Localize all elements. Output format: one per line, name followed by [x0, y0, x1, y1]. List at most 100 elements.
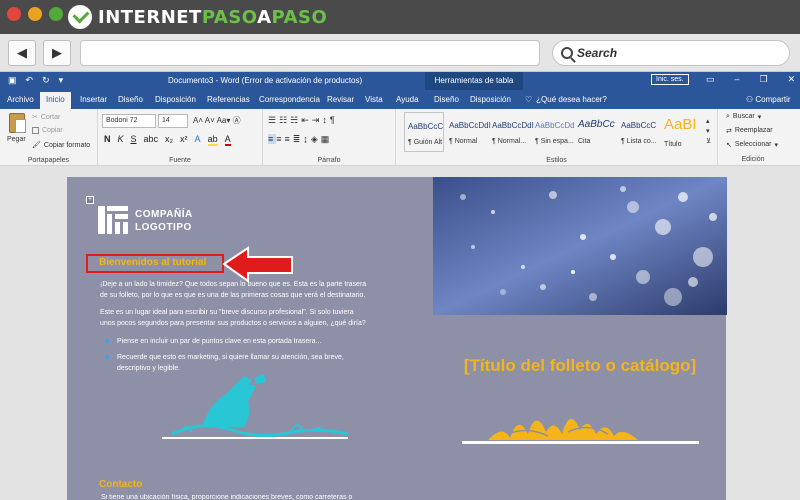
- font-color-icon[interactable]: A: [224, 134, 231, 146]
- tab-table-diseno[interactable]: Diseño: [434, 95, 459, 104]
- brush-illustration: [488, 418, 638, 440]
- grow-font-icon[interactable]: A˄: [193, 116, 203, 125]
- tab-inicio[interactable]: Inicio: [40, 92, 71, 109]
- paste-icon[interactable]: [9, 113, 26, 133]
- intro-paragraph[interactable]: ¡Deje a un lado la timidez? Que todos se…: [100, 279, 368, 301]
- tab-correspondencia[interactable]: Correspondencia: [259, 95, 320, 104]
- style-guion-alt[interactable]: AaBbCcC ¶ Guión Alt: [404, 112, 444, 152]
- subscript-icon[interactable]: x₂: [165, 134, 173, 146]
- format-painter-button[interactable]: 🖌 Copiar formato: [32, 141, 90, 150]
- megaphone-illustration: [162, 374, 349, 439]
- bullets-icon[interactable]: ☰: [268, 115, 279, 125]
- tab-diseno[interactable]: Diseño: [118, 95, 143, 104]
- browser-toolbar: ◀ ▶ Search: [0, 34, 800, 72]
- scissors-icon: ✂: [32, 114, 38, 121]
- multilevel-icon[interactable]: ☵: [290, 115, 301, 125]
- decrease-indent-icon[interactable]: ⇤: [301, 115, 312, 125]
- close-window-button[interactable]: [7, 7, 21, 21]
- restore-icon[interactable]: ❐: [760, 74, 768, 85]
- find-button[interactable]: ⌕ Buscar ▾: [726, 113, 761, 121]
- sign-in-button[interactable]: Inic. ses.: [651, 74, 689, 85]
- align-right-icon[interactable]: ≡: [285, 134, 293, 144]
- tell-me-label: ¿Qué desea hacer?: [536, 95, 607, 104]
- style-normal[interactable]: AaBbCcDdI ¶ Normal: [446, 112, 491, 152]
- welcome-heading[interactable]: Bienvenidos al tutorial: [99, 257, 206, 268]
- superscript-icon[interactable]: x²: [180, 134, 188, 146]
- list-controls: ☰☷☵⇤⇥↕¶: [268, 115, 338, 126]
- sort-icon[interactable]: ↕: [322, 115, 330, 125]
- style-normal-alt[interactable]: AaBbCcDdI ¶ Normal...: [489, 112, 534, 152]
- customize-toolbar-icon[interactable]: ▾: [59, 75, 64, 86]
- style-titulo[interactable]: AaBI Título: [661, 112, 701, 152]
- strikethrough-icon[interactable]: abc: [144, 134, 159, 146]
- ribbon-display-icon[interactable]: ▭: [706, 74, 715, 85]
- maximize-window-button[interactable]: [49, 7, 63, 21]
- shrink-font-icon[interactable]: A˅: [205, 116, 215, 125]
- align-center-icon[interactable]: ≡: [276, 134, 284, 144]
- tab-table-disposicion[interactable]: Disposición: [470, 95, 511, 104]
- numbering-icon[interactable]: ☷: [279, 115, 290, 125]
- pitch-paragraph[interactable]: Este es un lugar ideal para escribir su …: [100, 307, 368, 329]
- select-button[interactable]: ↖ Seleccionar ▾: [726, 141, 778, 149]
- line-spacing-icon[interactable]: ↨: [303, 134, 311, 144]
- tab-ayuda[interactable]: Ayuda: [396, 95, 419, 104]
- font-group: Bodoni 72 14 A˄ A˅ Aa▾ Ⓐ N K Sabc x₂ x² Aab A …: [98, 109, 263, 166]
- pilcrow-icon[interactable]: ¶: [330, 115, 338, 125]
- undo-icon[interactable]: ↶: [26, 75, 34, 86]
- save-icon[interactable]: ▣: [8, 75, 17, 86]
- tab-referencias[interactable]: Referencias: [207, 95, 250, 104]
- list-item[interactable]: Recuerde que esto es marketing, si quier…: [105, 352, 371, 374]
- tab-insertar[interactable]: Insertar: [80, 95, 107, 104]
- borders-icon[interactable]: ▦: [321, 134, 333, 144]
- redo-icon[interactable]: ↻: [42, 75, 50, 86]
- more-styles-icon[interactable]: ⊻: [706, 138, 711, 145]
- contact-heading[interactable]: Contacto: [99, 479, 142, 490]
- paste-button[interactable]: Pegar: [7, 136, 26, 143]
- editing-label: Edición: [741, 156, 765, 163]
- url-input[interactable]: [80, 40, 540, 66]
- share-button[interactable]: ⚇ Compartir: [746, 95, 791, 104]
- table-move-handle[interactable]: +: [86, 196, 94, 204]
- minimize-icon[interactable]: –: [735, 74, 740, 85]
- tab-revisar[interactable]: Revisar: [327, 95, 354, 104]
- clear-format-icon[interactable]: Ⓐ: [233, 116, 241, 125]
- replace-button[interactable]: ⇄ Reemplazar: [726, 127, 773, 135]
- font-name-select[interactable]: Bodoni 72: [102, 114, 156, 128]
- company-logo-text: COMPAÑÍA LOGOTIPO: [135, 209, 193, 233]
- tell-me-search[interactable]: ♡ ¿Qué desea hacer?: [525, 95, 607, 104]
- contact-paragraph[interactable]: Si tiene una ubicación física, proporcio…: [101, 494, 371, 500]
- forward-button[interactable]: ▶: [43, 40, 71, 66]
- list-item[interactable]: Piense en incluir un par de puntos clave…: [105, 336, 371, 347]
- style-cita[interactable]: AaBbCc Cita: [575, 112, 615, 152]
- cut-button[interactable]: ✂ Cortar: [32, 113, 60, 122]
- clipboard-group: Pegar ✂ Cortar Copiar 🖌 Copiar formato Por…: [0, 109, 98, 166]
- minimize-window-button[interactable]: [28, 7, 42, 21]
- change-case-icon[interactable]: Aa▾: [217, 116, 231, 125]
- chevron-up-icon[interactable]: ▴: [706, 118, 710, 125]
- styles-scroll[interactable]: ▴ ▾ ⊻: [706, 117, 711, 147]
- style-sin-espaciado[interactable]: AaBbCcDd ¶ Sin espa...: [532, 112, 575, 152]
- italic-icon[interactable]: K: [118, 134, 124, 146]
- underline-icon[interactable]: S: [131, 134, 137, 146]
- browser-search-input[interactable]: Search: [552, 40, 790, 66]
- tab-disposicion[interactable]: Disposición: [155, 95, 196, 104]
- close-icon[interactable]: ✕: [788, 74, 796, 85]
- copy-button[interactable]: Copiar: [32, 127, 63, 134]
- highlight-icon[interactable]: ab: [207, 134, 218, 146]
- back-button[interactable]: ◀: [8, 40, 36, 66]
- tab-vista[interactable]: Vista: [365, 95, 383, 104]
- cover-title[interactable]: [Título del folleto o catálogo]: [433, 356, 727, 376]
- quick-access-toolbar: ▣ ↶ ↻ ▾: [8, 75, 63, 86]
- text-effects-icon[interactable]: A: [195, 134, 201, 146]
- shading-icon[interactable]: ◈: [311, 134, 321, 144]
- lightbulb-icon: ♡: [525, 95, 533, 104]
- brand-wordmark: INTERNETPASOAPASO: [98, 6, 328, 28]
- paintbrush-icon: 🖌: [32, 142, 41, 149]
- tab-archivo[interactable]: Archivo: [7, 95, 34, 104]
- font-size-select[interactable]: 14: [158, 114, 188, 128]
- increase-indent-icon[interactable]: ⇥: [312, 115, 323, 125]
- style-lista[interactable]: AaBbCcC ¶ Lista co...: [618, 112, 658, 152]
- justify-icon[interactable]: ≣: [293, 134, 304, 144]
- chevron-down-icon[interactable]: ▾: [706, 128, 710, 135]
- bold-icon[interactable]: N: [104, 134, 111, 146]
